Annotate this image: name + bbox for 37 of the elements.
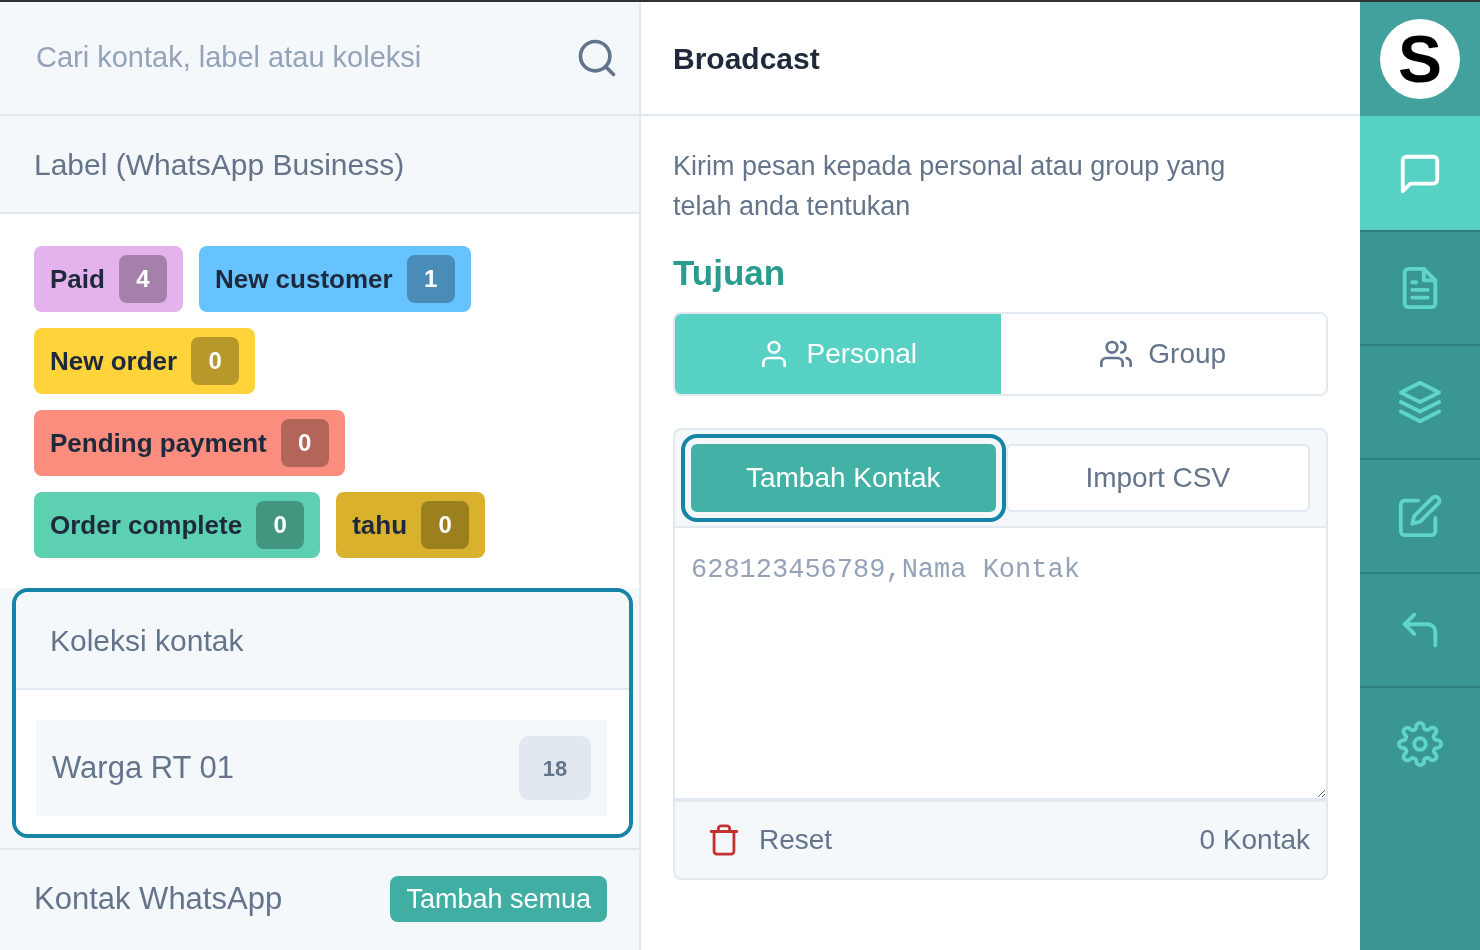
label-count: 1 — [406, 255, 455, 303]
people-icon — [1100, 338, 1133, 370]
layers-icon — [1397, 379, 1443, 425]
label-tag[interactable]: tahu 0 — [336, 492, 486, 558]
label-tag[interactable]: Order complete 0 — [34, 492, 321, 558]
label-tag[interactable]: Pending payment 0 — [34, 410, 345, 476]
label-count: 0 — [280, 419, 329, 467]
label-count: 0 — [421, 501, 470, 549]
trash-icon — [707, 823, 741, 857]
label-tag[interactable]: New order 0 — [34, 328, 256, 394]
label-name: Paid — [50, 262, 105, 296]
section-header: Koleksi kontak — [16, 592, 629, 690]
label-name: Pending payment — [50, 426, 267, 460]
label-name: Order complete — [50, 508, 243, 542]
label-count: 4 — [118, 255, 167, 303]
settings-icon — [1397, 721, 1443, 767]
section-heading: Tujuan — [673, 252, 787, 294]
contacts-input[interactable]: 628123456789,Nama Kontak — [673, 528, 1328, 800]
collection-name: Warga RT 01 — [52, 748, 235, 787]
edit-icon — [1397, 493, 1443, 539]
search-field[interactable]: Cari kontak, label atau koleksi — [34, 35, 575, 81]
input-tab[interactable]: Import CSV — [1005, 444, 1310, 512]
label-name: New customer — [214, 262, 393, 296]
collection-item[interactable]: Warga RT 01 18 — [36, 720, 607, 816]
contact-count: 0 Kontak — [1199, 823, 1310, 857]
reset-button[interactable]: Reset — [707, 819, 833, 861]
label-count: 0 — [256, 501, 305, 549]
label-tag[interactable]: Paid 4 — [34, 246, 183, 312]
label-count: 0 — [191, 337, 240, 385]
collection-count: 18 — [519, 736, 591, 800]
label-tag[interactable]: New customer 1 — [198, 246, 471, 312]
label-name: tahu — [352, 508, 408, 542]
description: Kirim pesan kepada personal atau group yang telah anda tentukan — [673, 150, 1227, 223]
app-logo[interactable]: S — [1380, 19, 1460, 99]
section-header: Kontak WhatsApp — [34, 879, 283, 918]
sidebar-item[interactable] — [1360, 116, 1480, 230]
label-name: New order — [50, 344, 178, 378]
